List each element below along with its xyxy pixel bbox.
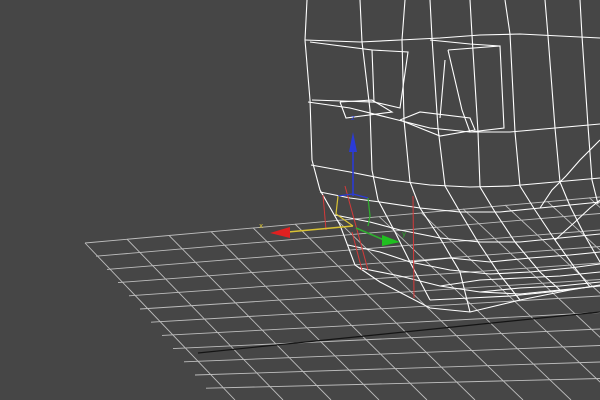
gizmo-y-label: y	[402, 230, 406, 238]
gizmo-x-arrow[interactable]	[270, 227, 290, 238]
grid-line	[462, 208, 600, 338]
grid-line	[126, 238, 284, 400]
grid-line	[128, 262, 600, 297]
grid-line	[205, 378, 600, 389]
grid-line	[588, 197, 600, 209]
grid-line	[210, 231, 380, 400]
grid-line	[84, 242, 236, 400]
grid-line	[420, 212, 600, 383]
3d-viewport[interactable]: z x y	[0, 0, 600, 400]
grid-line	[378, 216, 572, 400]
grid-line	[168, 235, 332, 400]
viewport-canvas[interactable]: z x y	[0, 0, 600, 400]
gizmo-z-label: z	[351, 114, 355, 122]
grid-line	[504, 204, 600, 294]
gizmo-z-arrow[interactable]	[349, 132, 357, 152]
gizmo-x-label: x	[259, 222, 263, 230]
grid-line	[194, 361, 600, 376]
grid-line	[172, 328, 600, 350]
grid-center-line	[197, 311, 600, 354]
grid-line	[252, 227, 428, 400]
